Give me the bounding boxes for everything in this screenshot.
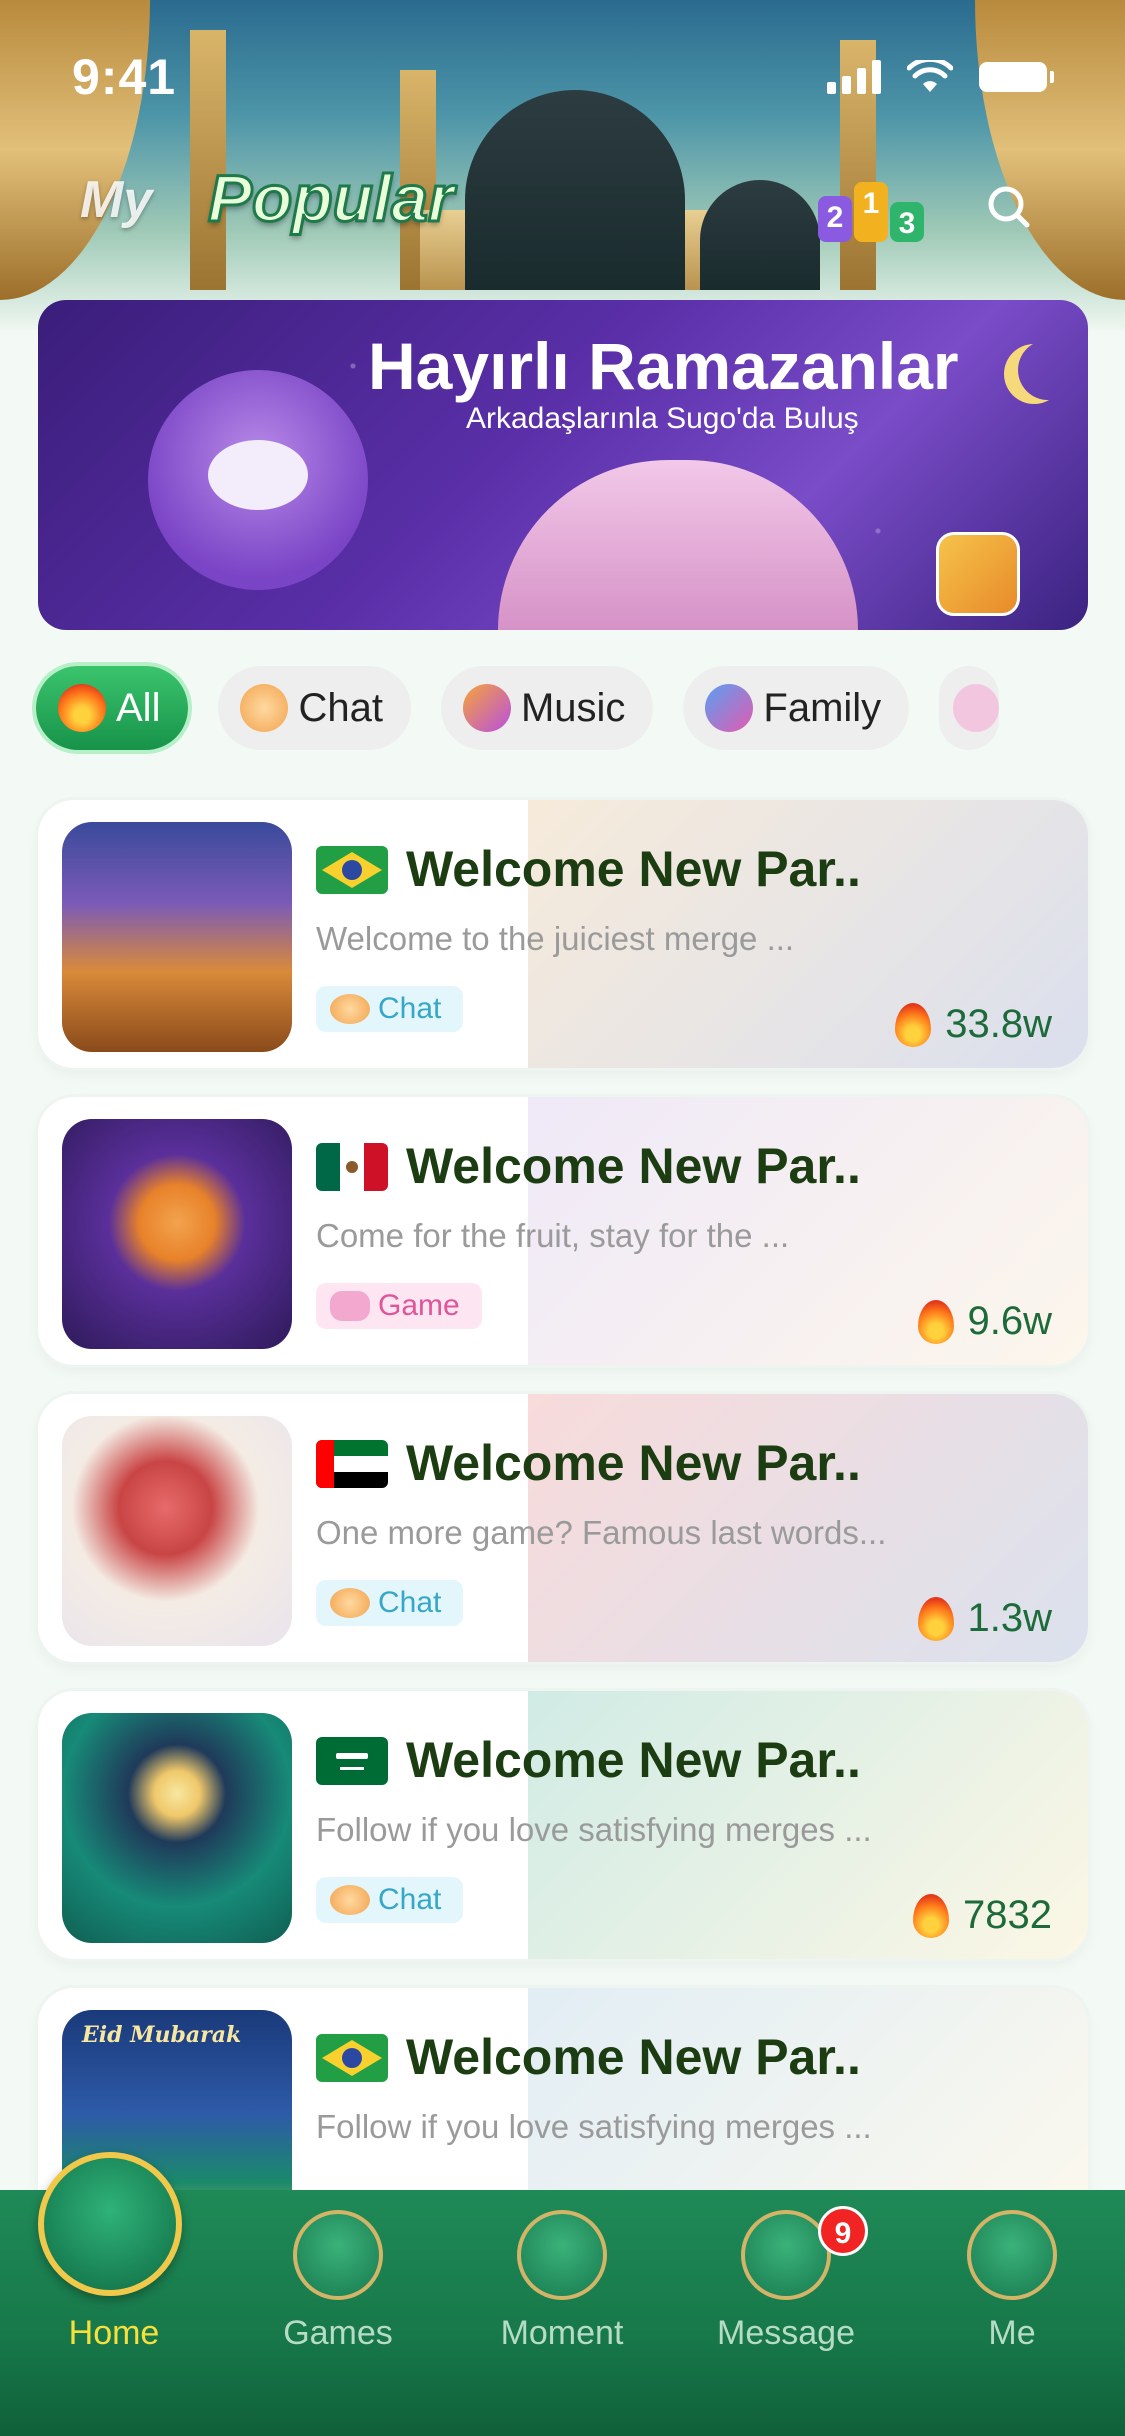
message-unread-badge: 9 <box>818 2206 868 2256</box>
magic-lamp-icon <box>517 2210 607 2300</box>
chat-emoji-icon <box>330 1885 370 1915</box>
room-thumbnail <box>62 1416 292 1646</box>
room-description: Follow if you love satisfying merges ... <box>316 1811 872 1848</box>
room-popularity: 1.3w <box>917 1596 1053 1641</box>
microphone-icon <box>462 684 511 732</box>
rank-digit: 1 <box>854 182 888 242</box>
room-card[interactable]: Welcome New Par.. Come for the fruit, st… <box>38 1097 1088 1365</box>
category-more[interactable] <box>939 666 1000 750</box>
flag-uae-icon <box>316 1440 388 1488</box>
category-label: Family <box>763 685 882 730</box>
flag-brazil-icon <box>316 2034 388 2082</box>
mosque-dome <box>700 180 820 290</box>
category-music[interactable]: Music <box>440 666 654 750</box>
rank-digit: 2 <box>818 196 852 242</box>
nav-label: Me <box>988 2314 1036 2352</box>
thumbnail-caption: Eid Mubarak <box>82 2022 242 2048</box>
room-description: Follow if you love satisfying merges ... <box>316 2108 872 2145</box>
rank-digit: 3 <box>890 202 924 242</box>
room-tag: Chat <box>316 1877 464 1923</box>
room-card[interactable]: Welcome New Par.. Follow if you love sat… <box>38 1691 1088 1959</box>
room-description: Welcome to the juiciest merge ... <box>316 920 795 957</box>
room-thumbnail <box>62 822 292 1052</box>
promo-banner[interactable]: Hayırlı Ramazanlar Arkadaşlarınla Sugo'd… <box>38 300 1088 630</box>
status-icons <box>827 60 1054 94</box>
banner-title: Hayırlı Ramazanlar <box>368 329 959 403</box>
room-popularity: 7832 <box>913 1893 1052 1938</box>
room-tag: Chat <box>316 1580 464 1626</box>
category-filter: All Chat Music Family <box>36 666 1000 750</box>
chat-emoji-icon <box>330 1588 370 1618</box>
room-card[interactable]: Welcome New Par.. Welcome to the juicies… <box>38 800 1088 1068</box>
room-tag: Chat <box>316 986 464 1032</box>
room-title: Welcome New Par.. <box>406 2029 861 2085</box>
room-tag-label: Game <box>378 1289 460 1322</box>
mosque-profile-icon <box>967 2210 1057 2300</box>
room-description: Come for the fruit, stay for the ... <box>316 1217 790 1254</box>
category-label: All <box>116 685 161 730</box>
room-title: Welcome New Par.. <box>406 1732 861 1788</box>
room-card[interactable]: Welcome New Par.. One more game? Famous … <box>38 1394 1088 1662</box>
flag-saudi-arabia-icon <box>316 1737 388 1785</box>
room-title: Welcome New Par.. <box>406 841 861 897</box>
room-tag-label: Chat <box>378 1883 442 1916</box>
fire-icon <box>917 1299 954 1344</box>
category-chat[interactable]: Chat <box>218 666 411 750</box>
tab-my[interactable]: My <box>80 170 152 230</box>
room-thumbnail <box>62 1713 292 1943</box>
banner-subtitle: Arkadaşlarınla Sugo'da Buluş <box>466 402 859 435</box>
room-count-value: 33.8w <box>945 1002 1052 1046</box>
game-controller-icon <box>953 684 1000 732</box>
home-mosque-icon[interactable] <box>38 2152 182 2296</box>
room-tag: Game <box>316 1283 482 1329</box>
battery-icon <box>979 62 1054 92</box>
tab-popular[interactable]: Popular <box>207 160 456 237</box>
wifi-icon <box>907 60 953 92</box>
chat-emoji-icon <box>240 684 289 732</box>
game-controller-icon <box>330 1291 370 1321</box>
room-count-value: 1.3w <box>967 1596 1053 1640</box>
room-count-value: 9.6w <box>967 1299 1053 1343</box>
cellular-signal-icon <box>827 60 881 94</box>
room-tag-label: Chat <box>378 1586 442 1619</box>
panda-face <box>208 440 308 510</box>
room-popularity: 33.8w <box>895 1002 1052 1047</box>
flag-mexico-icon <box>316 1143 388 1191</box>
room-tag-label: Chat <box>378 992 442 1025</box>
message-bubble-icon <box>741 2210 831 2300</box>
fire-icon <box>917 1596 954 1641</box>
family-icon <box>705 684 754 732</box>
nav-label: Home <box>68 2314 160 2352</box>
nav-label: Message <box>717 2314 855 2352</box>
category-family[interactable]: Family <box>683 666 910 750</box>
game-controller-icon <box>293 2210 383 2300</box>
chat-emoji-icon <box>330 994 370 1024</box>
room-thumbnail <box>62 1119 292 1349</box>
fire-icon <box>913 1893 950 1938</box>
room-popularity: 9.6w <box>917 1299 1053 1344</box>
search-button[interactable] <box>980 178 1040 238</box>
fire-icon <box>895 1002 932 1047</box>
category-label: Music <box>520 685 626 730</box>
category-label: Chat <box>298 685 383 730</box>
category-all[interactable]: All <box>36 666 189 750</box>
nav-label: Moment <box>500 2314 624 2352</box>
status-bar: 9:41 <box>0 0 1125 130</box>
nav-moment[interactable]: Moment <box>472 2210 652 2353</box>
hayya-logo <box>936 532 1020 616</box>
status-time: 9:41 <box>72 49 177 105</box>
crescent-moon-icon <box>1018 340 1078 400</box>
room-list: Welcome New Par.. Welcome to the juicies… <box>38 800 1088 2285</box>
fire-icon <box>58 684 106 732</box>
nav-games[interactable]: Games <box>248 2210 428 2353</box>
flag-brazil-icon <box>316 846 388 894</box>
room-count-value: 7832 <box>963 1893 1052 1937</box>
room-description: One more game? Famous last words... <box>316 1514 887 1551</box>
nav-label: Games <box>283 2314 393 2352</box>
nav-me[interactable]: Me <box>922 2210 1102 2353</box>
ranking-button[interactable]: 2 1 3 <box>818 180 930 242</box>
search-icon <box>988 186 1030 228</box>
room-title: Welcome New Par.. <box>406 1138 861 1194</box>
room-title: Welcome New Par.. <box>406 1435 861 1491</box>
